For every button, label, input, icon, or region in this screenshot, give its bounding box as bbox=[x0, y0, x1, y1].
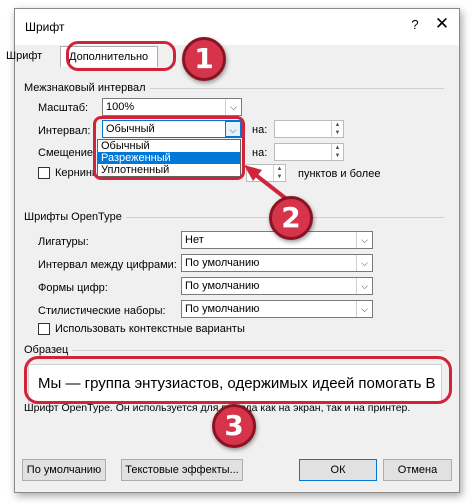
ok-button[interactable]: ОК bbox=[299, 459, 377, 481]
chevron-down-icon[interactable]: ⌵ bbox=[356, 232, 372, 248]
set-default-button[interactable]: По умолчанию bbox=[22, 459, 106, 481]
interval-combo[interactable]: Обычный ⌵ bbox=[102, 120, 242, 138]
spacing-group-title: Межзнаковый интервал bbox=[24, 82, 150, 94]
kerning-suffix: пунктов и более bbox=[298, 168, 381, 180]
interval-value: Обычный bbox=[106, 123, 155, 135]
interval-dropdown-list[interactable]: Обычный Разреженный Уплотненный bbox=[97, 139, 241, 177]
digit-spacing-label: Интервал между цифрами: bbox=[38, 259, 177, 271]
scale-value: 100% bbox=[106, 101, 135, 113]
opentype-group-title: Шрифты OpenType bbox=[24, 211, 126, 223]
digit-forms-label: Формы цифр: bbox=[38, 282, 108, 294]
offset-amount-spinner[interactable]: ▲ ▼ bbox=[274, 143, 344, 161]
contextual-alternates-checkbox[interactable] bbox=[38, 323, 50, 335]
title-bar: Шрифт ? ✕ bbox=[15, 9, 459, 45]
digit-spacing-value: По умолчанию bbox=[185, 257, 260, 269]
offset-on-label: на: bbox=[252, 147, 268, 159]
digit-forms-value: По умолчанию bbox=[185, 280, 260, 292]
text-effects-button[interactable]: Текстовые эффекты... bbox=[121, 459, 243, 481]
sample-group-divider bbox=[28, 350, 444, 351]
dropdown-option-expanded[interactable]: Разреженный bbox=[98, 152, 240, 164]
sample-text: Мы — группа энтузиастов, одержимых идеей… bbox=[38, 375, 436, 392]
chevron-down-icon[interactable]: ⌵ bbox=[225, 99, 241, 115]
chevron-down-icon[interactable]: ⌵ bbox=[225, 121, 241, 137]
step-badge-3: 3 bbox=[212, 404, 256, 448]
dialog-title: Шрифт bbox=[25, 20, 65, 34]
dropdown-option-condensed[interactable]: Уплотненный bbox=[98, 164, 240, 176]
help-button[interactable]: ? bbox=[407, 17, 423, 32]
dropdown-option-normal[interactable]: Обычный bbox=[98, 140, 240, 152]
spinner-arrows-icon[interactable]: ▲ ▼ bbox=[331, 144, 343, 160]
tab-advanced[interactable]: Дополнительно bbox=[60, 46, 158, 67]
tab-font[interactable]: Шрифт bbox=[6, 50, 42, 62]
interval-on-label: на: bbox=[252, 124, 268, 136]
spinner-arrows-icon[interactable]: ▲ ▼ bbox=[273, 165, 285, 181]
kerning-label: Кернинг bbox=[55, 167, 96, 179]
step-badge-1: 1 bbox=[182, 37, 226, 81]
contextual-alternates-label: Использовать контекстные варианты bbox=[55, 323, 245, 335]
stylistic-sets-combo[interactable]: По умолчанию ⌵ bbox=[181, 300, 373, 318]
chevron-down-icon[interactable]: ⌵ bbox=[356, 301, 372, 317]
interval-amount-spinner[interactable]: ▲ ▼ bbox=[274, 120, 344, 138]
scale-combo[interactable]: 100% ⌵ bbox=[102, 98, 242, 116]
cancel-button[interactable]: Отмена bbox=[383, 459, 452, 481]
sample-preview: Мы — группа энтузиастов, одержимых идеей… bbox=[28, 364, 442, 404]
close-button[interactable]: ✕ bbox=[433, 14, 451, 34]
kerning-checkbox[interactable] bbox=[38, 167, 50, 179]
sample-group-title: Образец bbox=[24, 344, 73, 356]
digit-spacing-combo[interactable]: По умолчанию ⌵ bbox=[181, 254, 373, 272]
scale-label: Масштаб: bbox=[38, 102, 89, 114]
ligatures-label: Лигатуры: bbox=[38, 236, 89, 248]
kerning-spinner[interactable]: ▲ ▼ bbox=[246, 164, 286, 182]
chevron-down-icon[interactable]: ⌵ bbox=[356, 255, 372, 271]
chevron-down-icon[interactable]: ⌵ bbox=[356, 278, 372, 294]
digit-forms-combo[interactable]: По умолчанию ⌵ bbox=[181, 277, 373, 295]
step-badge-2: 2 bbox=[269, 196, 313, 240]
stylistic-sets-value: По умолчанию bbox=[185, 303, 260, 315]
ligatures-value: Нет bbox=[185, 234, 204, 246]
spinner-arrows-icon[interactable]: ▲ ▼ bbox=[331, 121, 343, 137]
interval-label: Интервал: bbox=[38, 125, 91, 137]
stylistic-sets-label: Стилистические наборы: bbox=[38, 305, 166, 317]
offset-label: Смещение: bbox=[38, 147, 97, 159]
